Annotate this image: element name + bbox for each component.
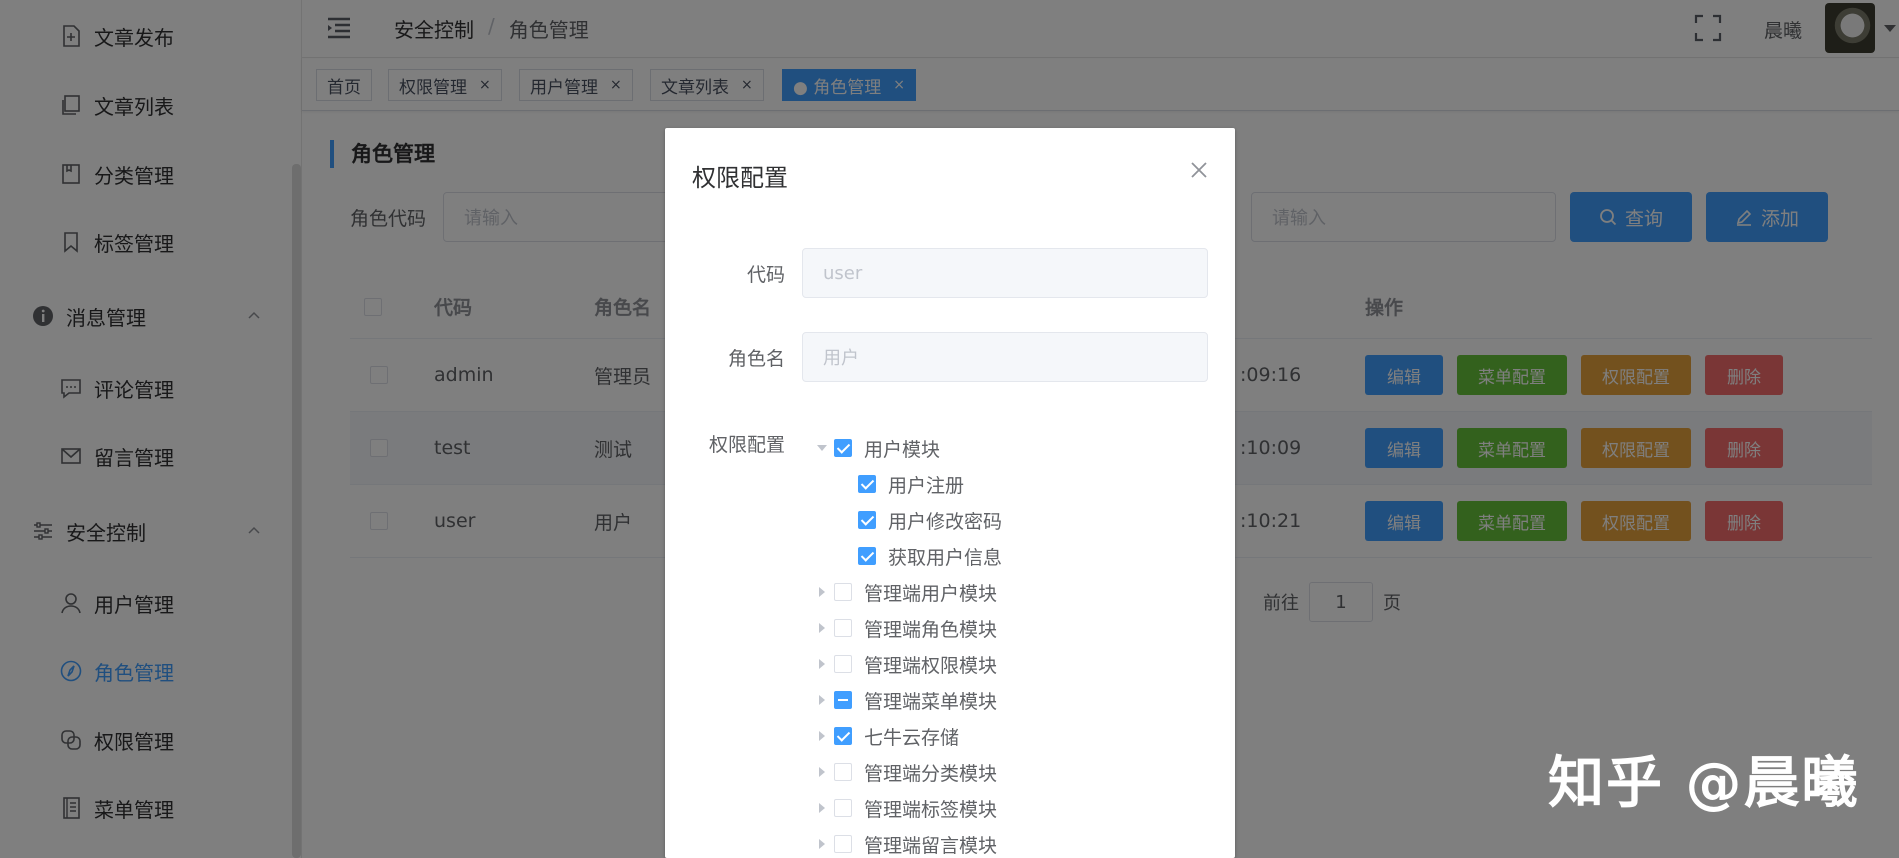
tree-node[interactable]: 七牛云存储: [810, 718, 959, 754]
tree-node-label: 用户模块: [864, 438, 941, 461]
code-field-value: user: [823, 262, 863, 284]
tree-node-label: 用户修改密码: [888, 510, 1003, 533]
tree-node[interactable]: 管理端留言模块: [810, 826, 997, 858]
tree-checkbox[interactable]: [834, 691, 852, 709]
caret-right-icon[interactable]: [810, 826, 834, 858]
tree-node[interactable]: 用户注册: [858, 466, 964, 502]
permission-label: 权限配置: [708, 434, 785, 456]
tree-checkbox[interactable]: [834, 439, 852, 457]
caret-right-icon[interactable]: [810, 574, 834, 610]
permission-config-dialog: 权限配置 代码 user 角色名 用户 权限配置 用户模块 用户注册 用户修改密…: [665, 128, 1235, 858]
code-field[interactable]: user: [802, 248, 1208, 298]
caret-right-icon[interactable]: [810, 718, 834, 754]
caret-right-icon[interactable]: [810, 754, 834, 790]
close-icon[interactable]: [1187, 158, 1211, 182]
tree-node[interactable]: 管理端分类模块: [810, 754, 997, 790]
tree-node-label: 管理端用户模块: [864, 582, 998, 605]
tree-node-label: 获取用户信息: [888, 546, 1003, 569]
tree-node[interactable]: 用户修改密码: [858, 502, 1002, 538]
tree-node-label: 管理端权限模块: [864, 654, 998, 677]
role-name-field-value: 用户: [823, 348, 859, 369]
tree-checkbox[interactable]: [858, 475, 876, 493]
tree-node[interactable]: 管理端菜单模块: [810, 682, 997, 718]
code-label: 代码: [746, 264, 785, 286]
tree-node-label: 七牛云存储: [864, 726, 960, 749]
dialog-title: 权限配置: [692, 164, 788, 192]
tree-node[interactable]: 用户模块: [810, 430, 940, 466]
role-name-label: 角色名: [727, 348, 785, 370]
tree-checkbox[interactable]: [834, 727, 852, 745]
tree-checkbox[interactable]: [858, 511, 876, 529]
tree-checkbox[interactable]: [834, 799, 852, 817]
tree-node[interactable]: 管理端标签模块: [810, 790, 997, 826]
caret-right-icon[interactable]: [810, 646, 834, 682]
tree-node[interactable]: 管理端角色模块: [810, 610, 997, 646]
tree-checkbox[interactable]: [834, 835, 852, 853]
tree-node-label: 管理端角色模块: [864, 618, 998, 641]
tree-node[interactable]: 获取用户信息: [858, 538, 1002, 574]
caret-right-icon[interactable]: [810, 610, 834, 646]
tree-node-label: 管理端分类模块: [864, 762, 998, 785]
tree-node-label: 管理端留言模块: [864, 834, 998, 857]
tree-node[interactable]: 管理端用户模块: [810, 574, 997, 610]
tree-node-label: 用户注册: [888, 474, 965, 497]
tree-checkbox[interactable]: [834, 583, 852, 601]
tree-checkbox[interactable]: [834, 655, 852, 673]
tree-node[interactable]: 管理端权限模块: [810, 646, 997, 682]
tree-node-label: 管理端标签模块: [864, 798, 998, 821]
tree-checkbox[interactable]: [858, 547, 876, 565]
watermark: 知乎 @晨曦: [1548, 751, 1860, 816]
role-name-field[interactable]: 用户: [802, 332, 1208, 382]
caret-right-icon[interactable]: [810, 682, 834, 718]
tree-checkbox[interactable]: [834, 763, 852, 781]
tree-node-label: 管理端菜单模块: [864, 690, 998, 713]
caret-down-icon[interactable]: [810, 430, 834, 466]
tree-checkbox[interactable]: [834, 619, 852, 637]
caret-right-icon[interactable]: [810, 790, 834, 826]
